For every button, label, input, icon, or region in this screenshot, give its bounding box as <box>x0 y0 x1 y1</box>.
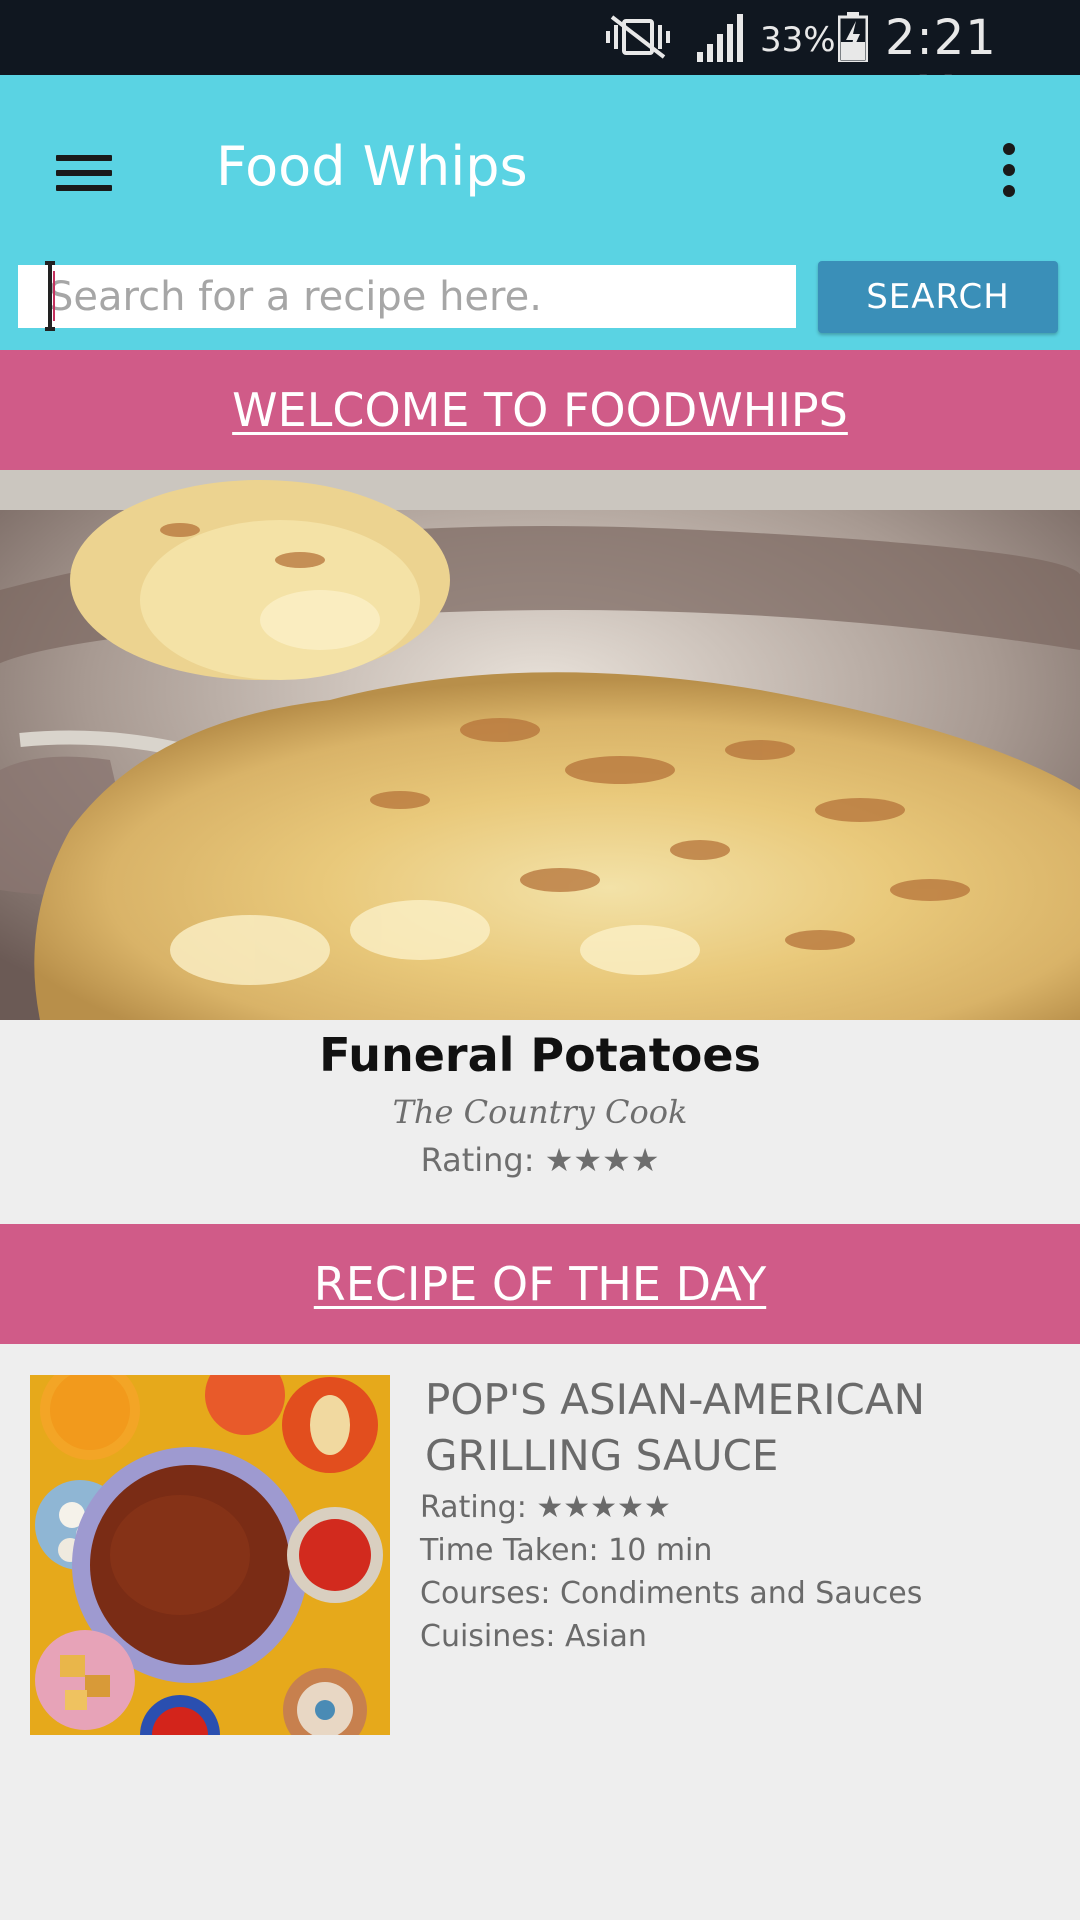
recipe-of-day-rating: Rating: ★★★★★ <box>420 1490 671 1525</box>
featured-recipe-rating: Rating: ★★★★ <box>420 1141 660 1179</box>
hamburger-menu-icon[interactable] <box>40 130 126 216</box>
welcome-header: WELCOME TO FOODWHIPS <box>0 350 1080 470</box>
recipe-of-day-header: RECIPE OF THE DAY <box>0 1224 1080 1344</box>
search-input[interactable] <box>18 265 796 328</box>
app-title: Food Whips <box>216 135 528 198</box>
more-vert-icon[interactable] <box>985 125 1035 215</box>
recipe-of-day-cuisines: Cuisines: Asian <box>420 1619 647 1654</box>
recipe-of-day-heading: RECIPE OF THE DAY <box>313 1257 767 1311</box>
featured-recipe-author: The Country Cook <box>392 1093 688 1131</box>
vibrate-mute-icon <box>606 15 670 59</box>
recipe-of-day-courses: Courses: Condiments and Sauces <box>420 1576 923 1611</box>
battery-percent: 33% <box>760 20 836 60</box>
search-button[interactable]: SEARCH <box>818 261 1058 333</box>
app-bar: Food Whips SEARCH <box>0 75 1080 350</box>
battery-charging-icon <box>838 12 868 62</box>
text-cursor <box>45 261 55 331</box>
featured-recipe-name[interactable]: Funeral Potatoes <box>0 1025 1080 1085</box>
signal-icon <box>697 14 743 62</box>
recipe-of-day-image[interactable] <box>30 1375 390 1735</box>
recipe-of-day-time: Time Taken: 10 min <box>420 1533 713 1568</box>
status-bar: 33% 2:21 PM <box>0 0 1080 122</box>
welcome-heading: WELCOME TO FOODWHIPS <box>232 383 848 437</box>
featured-recipe-image[interactable] <box>0 470 1080 1020</box>
recipe-of-day-title[interactable]: POP'S ASIAN-AMERICAN GRILLING SAUCE <box>425 1372 1025 1484</box>
